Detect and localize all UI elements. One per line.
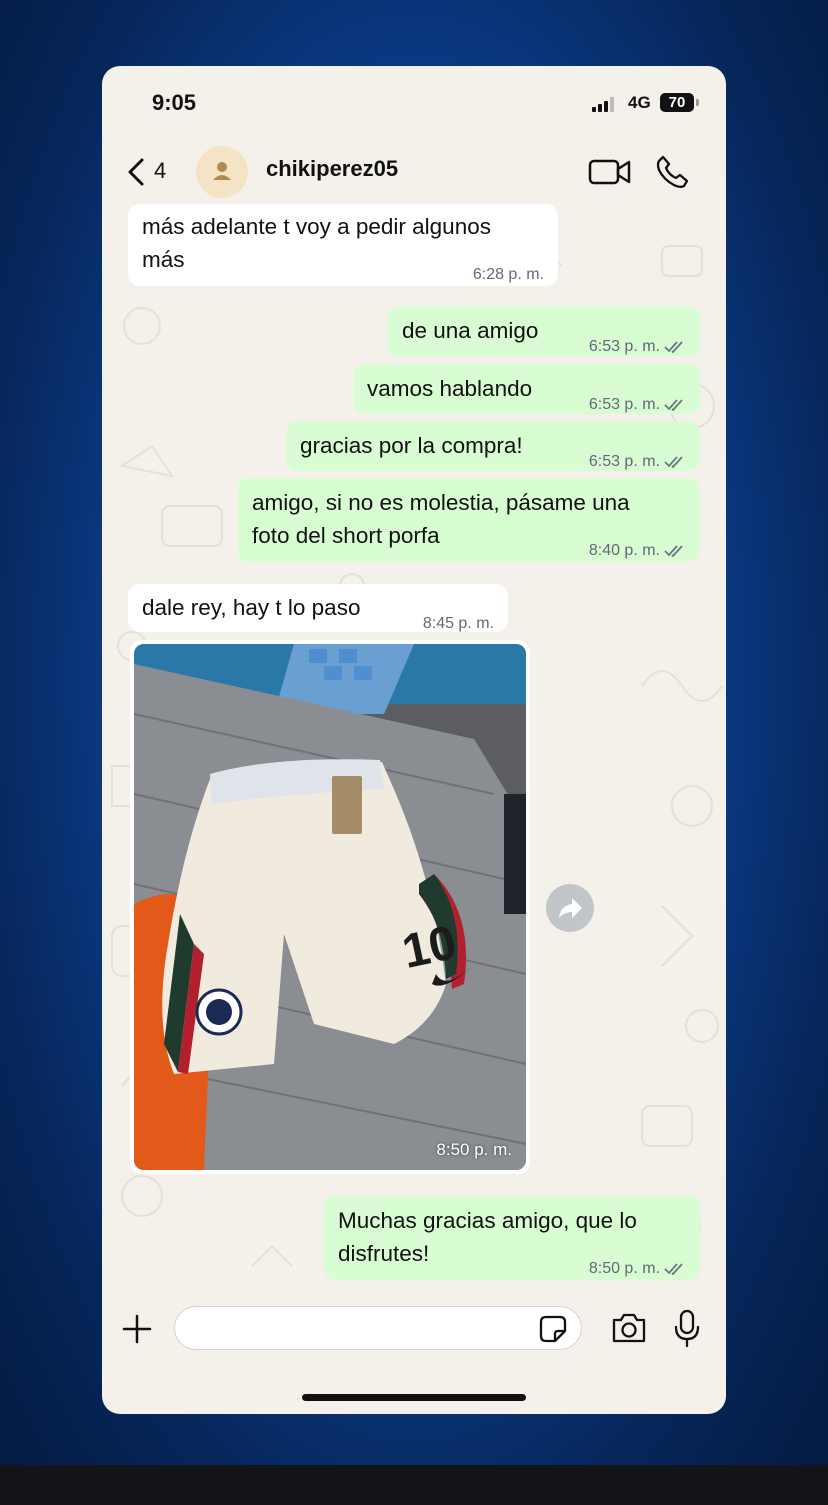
phone-call-icon[interactable] [654, 154, 690, 190]
message-time: 8:40 p. m. [589, 534, 686, 567]
message-time-text: 6:53 p. m. [588, 338, 660, 355]
message-outgoing[interactable]: amigo, si no es molestia, pásame una fot… [238, 478, 700, 562]
forward-icon [559, 898, 582, 918]
message-time-text: 6:53 p. m. [588, 453, 660, 470]
plus-icon[interactable] [120, 1312, 154, 1346]
message-time: 6:28 p. m. [472, 266, 544, 283]
message-input[interactable] [174, 1306, 582, 1350]
background-bottom-strip [0, 1465, 828, 1505]
message-time: 6:53 p. m. [589, 388, 686, 421]
avatar[interactable] [196, 146, 248, 198]
chat-header: 4 chikiperez05 [102, 136, 726, 208]
shorts-photo[interactable]: 10 8:50 p. m. [134, 644, 526, 1170]
composer-bar [102, 1298, 726, 1358]
message-time-text: 8:40 p. m. [588, 542, 660, 559]
microphone-icon[interactable] [672, 1308, 702, 1348]
message-outgoing[interactable]: de una amigo 6:53 p. m. [388, 306, 700, 356]
sticker-icon[interactable] [538, 1314, 568, 1344]
read-ticks-icon [664, 545, 683, 557]
message-incoming[interactable]: más adelante t voy a pedir algunos más 6… [128, 204, 558, 286]
avatar-person-icon [213, 162, 231, 180]
back-chevron-icon[interactable] [120, 154, 156, 190]
message-text: Muchas gracias amigo, que lo [338, 1208, 637, 1233]
message-image[interactable]: 10 8:50 p. m. [130, 640, 530, 1174]
forward-button[interactable] [546, 884, 594, 932]
status-time: 9:05 [152, 90, 197, 115]
message-time: 8:50 p. m. [589, 1252, 686, 1285]
contact-name[interactable]: chikiperez05 [266, 156, 398, 182]
message-text: amigo, si no es molestia, pásame una [252, 490, 630, 515]
unread-count[interactable]: 4 [154, 158, 166, 184]
signal-icon [592, 96, 618, 112]
status-bar: 9:05 4G 70 [102, 66, 726, 136]
phone-screen: 9:05 4G 70 4 chikiperez05 más adelante t… [102, 66, 726, 1414]
message-outgoing[interactable]: Muchas gracias amigo, que lo disfrutes! … [324, 1196, 700, 1280]
video-call-icon[interactable] [588, 156, 632, 188]
message-time: 6:53 p. m. [589, 445, 686, 478]
message-text: más adelante t voy a pedir algunos [142, 214, 491, 239]
message-time-text: 6:53 p. m. [588, 396, 660, 413]
read-ticks-icon [664, 399, 683, 411]
message-time-text: 8:50 p. m. [588, 1260, 660, 1277]
home-indicator[interactable] [302, 1394, 526, 1401]
network-type: 4G [628, 93, 651, 112]
shorts-photo-drawing: 10 [134, 644, 526, 1170]
camera-icon[interactable] [610, 1310, 648, 1346]
battery-tip [696, 99, 699, 106]
read-ticks-icon [664, 456, 683, 468]
battery-icon: 70 [660, 93, 694, 112]
message-time: 8:45 p. m. [422, 615, 494, 632]
message-incoming[interactable]: dale rey, hay t lo paso 8:45 p. m. [128, 584, 508, 632]
message-time: 8:50 p. m. [436, 1140, 512, 1159]
message-outgoing[interactable]: gracias por la compra! 6:53 p. m. [286, 421, 700, 471]
message-time: 6:53 p. m. [589, 330, 686, 363]
read-ticks-icon [664, 1263, 683, 1275]
shorts-number: 10 [398, 916, 461, 979]
read-ticks-icon [664, 341, 683, 353]
message-outgoing[interactable]: vamos hablando 6:53 p. m. [353, 364, 700, 414]
